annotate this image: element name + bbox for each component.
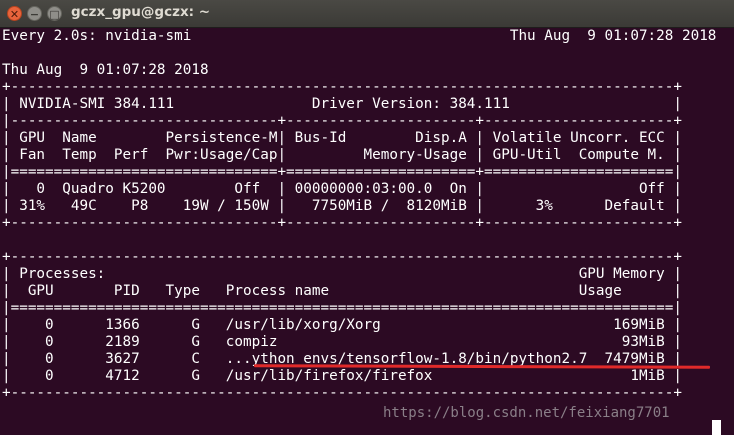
terminal-line: | 0 Quadro K5200 Off | 00000000:03:00.0 … <box>2 181 682 197</box>
window-titlebar[interactable]: ✕ − □ gczx_gpu@gczx: ~ <box>0 0 734 28</box>
terminal-line: Every 2.0s: nvidia-smi Thu Aug 9 01:07:2… <box>2 28 717 44</box>
terminal-line: +---------------------------------------… <box>2 79 682 95</box>
terminal-line: | 0 4712 G /usr/lib/firefox/firefox 1MiB… <box>2 368 682 384</box>
window-title: gczx_gpu@gczx: ~ <box>71 4 211 20</box>
terminal-line: | 0 2189 G compiz 93MiB | <box>2 334 682 350</box>
terminal-line: | 0 1366 G /usr/lib/xorg/Xorg 169MiB | <box>2 317 682 333</box>
maximize-icon[interactable]: □ <box>47 6 62 21</box>
terminal-line: |=======================================… <box>2 300 682 316</box>
minimize-icon[interactable]: − <box>27 6 42 21</box>
terminal-line: |===============================+=======… <box>2 164 682 180</box>
watermark: https://blog.csdn.net/feixiang7701 <box>383 405 670 421</box>
terminal-line: | NVIDIA-SMI 384.111 Driver Version: 384… <box>2 96 682 112</box>
terminal-line: | GPU Name Persistence-M| Bus-Id Disp.A … <box>2 130 682 146</box>
terminal-line: | GPU PID Type Process name Usage | <box>2 283 682 299</box>
terminal-output[interactable]: Every 2.0s: nvidia-smi Thu Aug 9 01:07:2… <box>2 28 732 435</box>
terminal-line: +-------------------------------+-------… <box>2 215 682 231</box>
terminal-line: | Fan Temp Perf Pwr:Usage/Cap| Memory-Us… <box>2 147 682 163</box>
terminal-line: +---------------------------------------… <box>2 385 682 401</box>
terminal-line: | Processes: GPU Memory | <box>2 266 682 282</box>
terminal-line: Thu Aug 9 01:07:28 2018 <box>2 62 209 78</box>
terminal-line: +---------------------------------------… <box>2 249 682 265</box>
terminal-line: | 31% 49C P8 19W / 150W | 7750MiB / 8120… <box>2 198 682 214</box>
close-icon[interactable]: ✕ <box>7 6 22 21</box>
terminal-cursor <box>712 420 721 435</box>
terminal-line: |-------------------------------+-------… <box>2 113 682 129</box>
